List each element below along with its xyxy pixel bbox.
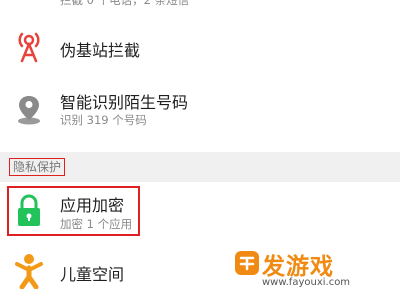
watermark-logo-icon	[235, 251, 259, 275]
top-partial-subtitle: 拦截 0 个电话，2 条短信	[60, 0, 190, 7]
section-header-privacy: 隐私保护	[0, 152, 400, 182]
item-title: 儿童空间	[60, 265, 125, 284]
watermark: 发游戏 www.fayouxi.com	[232, 247, 392, 295]
child-icon	[10, 252, 48, 290]
highlight-box	[7, 186, 140, 236]
section-label: 隐私保护	[9, 158, 66, 176]
list-item-smart-identify[interactable]: 智能识别陌生号码 识别 319 个号码	[0, 82, 400, 138]
item-title: 伪基站拦截	[60, 41, 141, 60]
item-title: 智能识别陌生号码	[60, 93, 189, 112]
location-pin-icon	[10, 90, 48, 128]
watermark-url: www.fayouxi.com	[262, 277, 351, 288]
radio-tower-icon	[10, 27, 48, 65]
list-item-fake-base-station[interactable]: 伪基站拦截	[0, 22, 400, 72]
watermark-text: 发游戏	[262, 254, 334, 280]
top-partial-row[interactable]: 拦截 0 个电话，2 条短信	[0, 0, 400, 18]
item-subtitle: 识别 319 个号码	[60, 113, 147, 127]
